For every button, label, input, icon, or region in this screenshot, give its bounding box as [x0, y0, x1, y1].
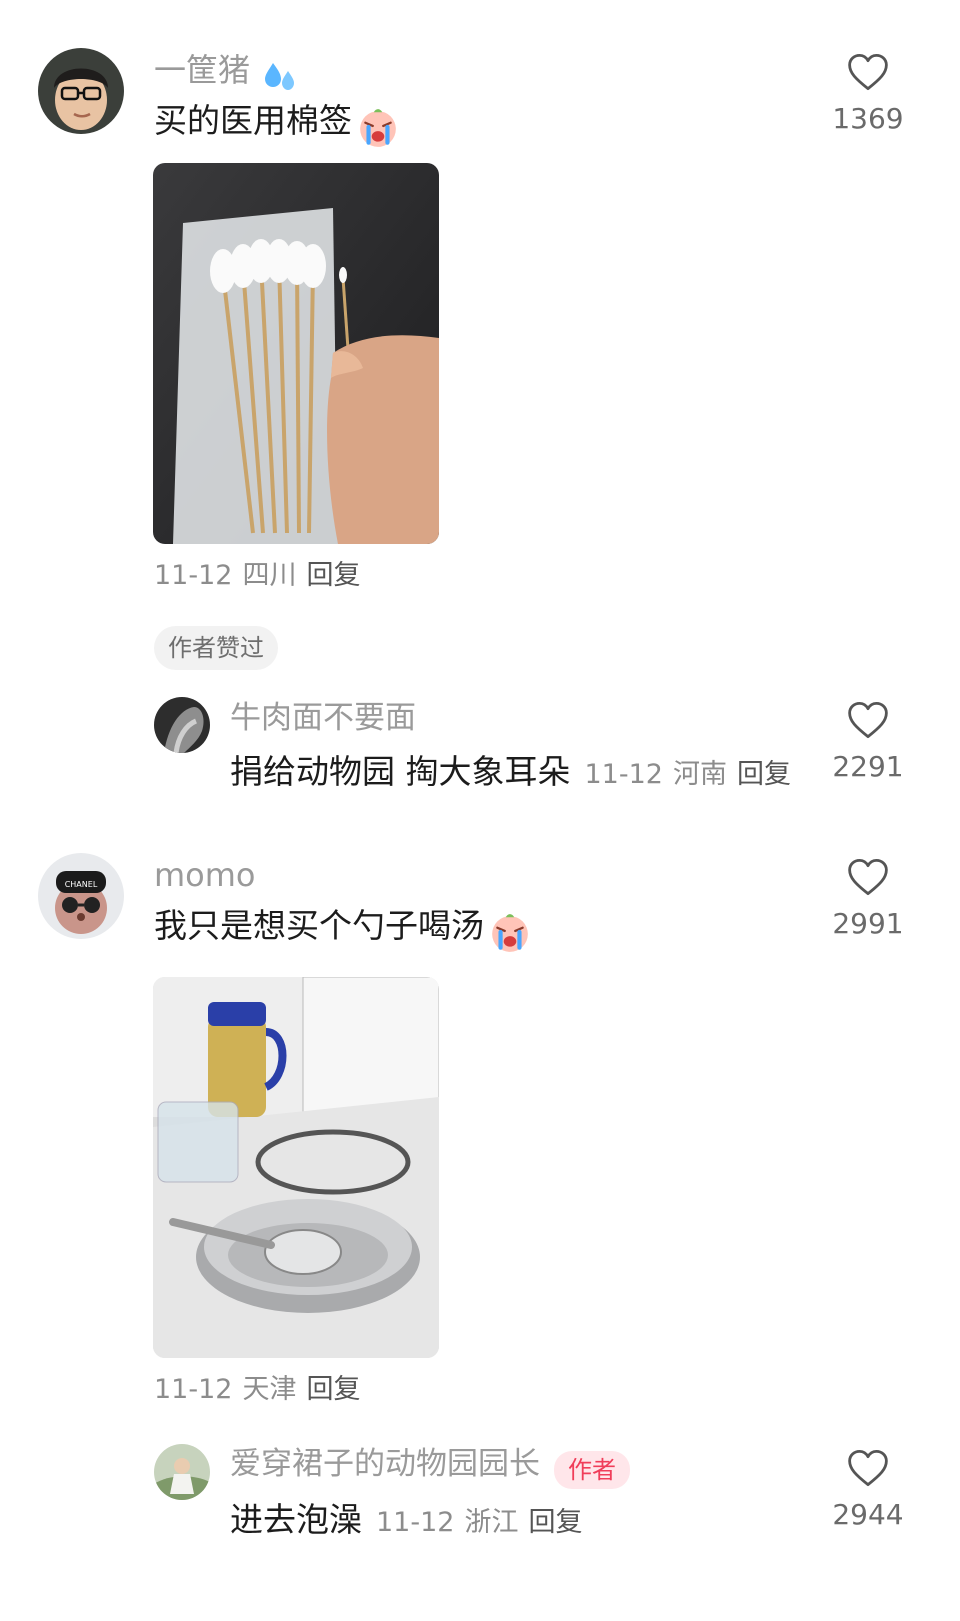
comment-location: 天津 [242, 1374, 297, 1405]
comment-image-cotton-swabs[interactable] [153, 163, 439, 544]
comment-meta: 11-12 四川 回复 [154, 558, 370, 594]
avatar[interactable]: CHANEL [38, 853, 124, 939]
comment-text: 我只是想买个勺子喝汤 [154, 906, 484, 945]
author-badge: 作者 [554, 1450, 630, 1489]
crying-face-icon [489, 912, 531, 954]
reply-meta: 11-12 浙江 回复 [376, 1507, 592, 1538]
author-liked-badge: 作者赞过 [154, 626, 278, 670]
reply-button[interactable]: 回复 [737, 759, 791, 790]
svg-text:CHANEL: CHANEL [65, 880, 98, 889]
reply-meta: 11-12 河南 回复 [585, 759, 801, 790]
reply-location: 河南 [672, 759, 727, 790]
like-button[interactable]: 1369 [823, 52, 913, 136]
heart-icon [847, 700, 889, 740]
reply-date: 11-12 [584, 759, 663, 790]
crying-face-icon [357, 107, 399, 149]
comment-text: 买的医用棉签 [154, 101, 352, 140]
comment-date: 11-12 [154, 1374, 233, 1405]
heart-icon [847, 52, 889, 92]
like-count: 2944 [832, 1498, 904, 1531]
reply-avatar[interactable] [154, 1444, 210, 1500]
like-button[interactable]: 2291 [823, 700, 913, 784]
comment-meta: 11-12 天津 回复 [154, 1372, 370, 1408]
comment-location: 四川 [242, 560, 297, 591]
reply-text: 捐给动物园 掏大象耳朵 [230, 752, 571, 791]
comment-date: 11-12 [154, 560, 233, 591]
like-button[interactable]: 2991 [823, 857, 913, 941]
reply-location: 浙江 [464, 1507, 519, 1538]
like-count: 1369 [832, 102, 904, 135]
reply-avatar[interactable] [154, 697, 210, 753]
like-button[interactable]: 2944 [823, 1448, 913, 1532]
like-count: 2291 [832, 750, 904, 783]
reply-text: 进去泡澡 [230, 1500, 362, 1539]
reply-button[interactable]: 回复 [306, 1374, 360, 1405]
reply-username[interactable]: 牛肉面不要面 [230, 698, 416, 738]
sweat-droplets-icon [259, 57, 299, 97]
reply-button[interactable]: 回复 [306, 560, 360, 591]
avatar[interactable] [38, 48, 124, 134]
reply-date: 11-12 [376, 1507, 455, 1538]
comment-image-wok-and-ladle[interactable] [153, 977, 439, 1358]
reply-button[interactable]: 回复 [528, 1507, 582, 1538]
heart-icon [847, 857, 889, 897]
heart-icon [847, 1448, 889, 1488]
comment-username[interactable]: 一筐猪 [154, 51, 250, 89]
reply-username[interactable]: 爱穿裙子的动物园园长 [230, 1446, 540, 1482]
comment-username[interactable]: momo [154, 855, 256, 895]
like-count: 2991 [832, 907, 904, 940]
